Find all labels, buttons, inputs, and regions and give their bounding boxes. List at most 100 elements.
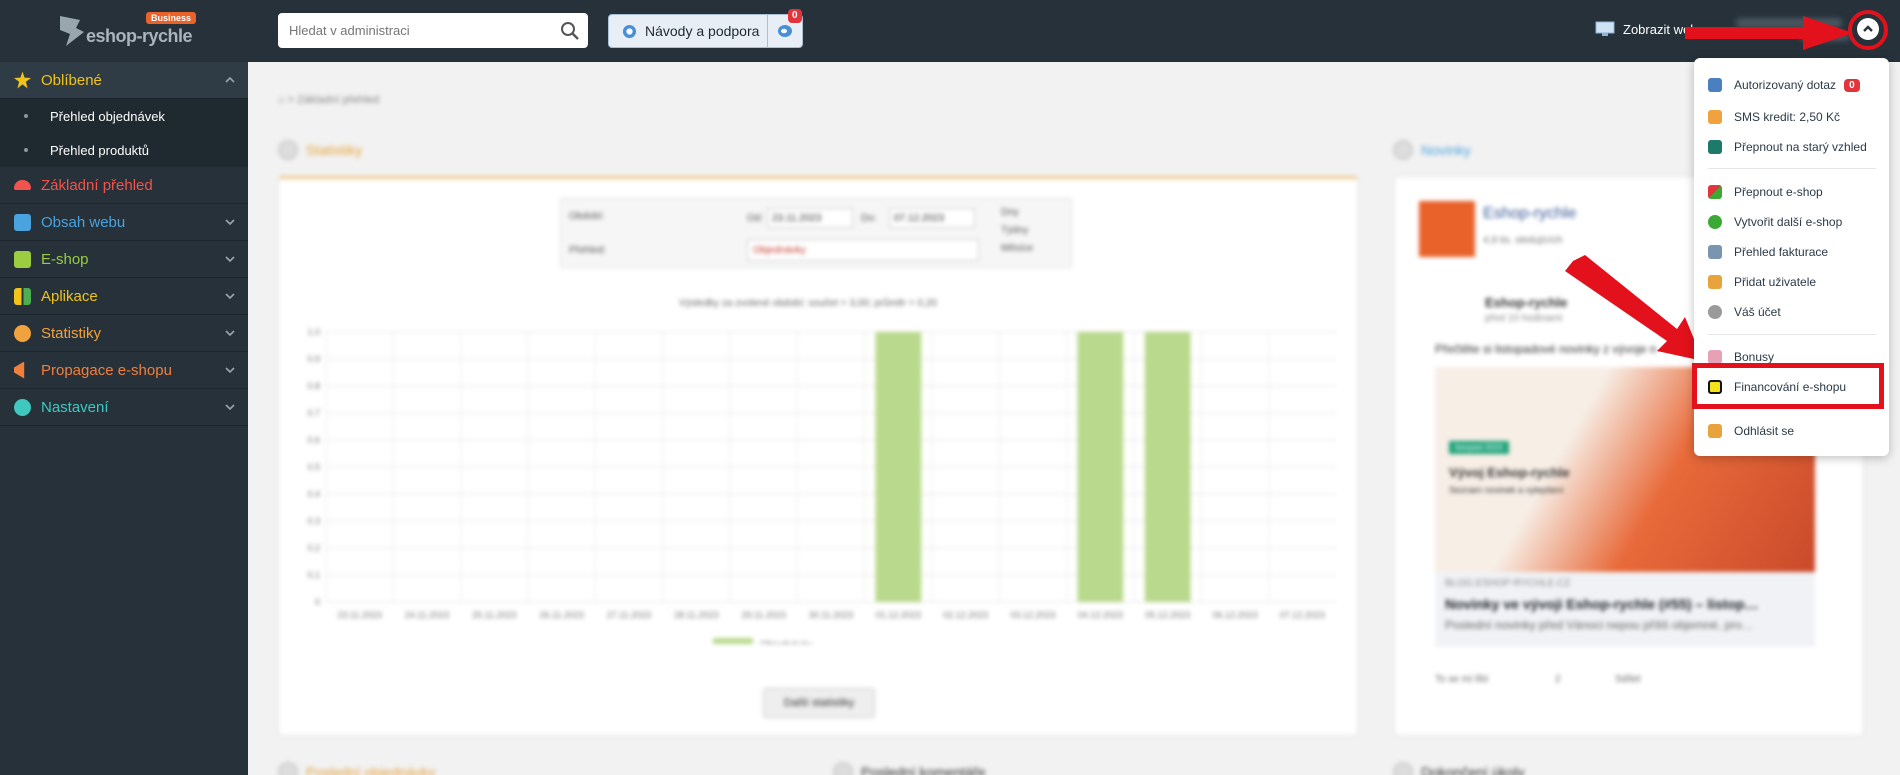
sidebar: Oblíbené Přehled objednávek Přehled prod…: [0, 62, 248, 775]
radio-months[interactable]: Měsíce: [1001, 243, 1033, 254]
bar: [1077, 332, 1124, 602]
bottom-title: Dokončení úkoly: [1421, 764, 1525, 775]
overview-label: Přehled:: [569, 245, 607, 256]
menu-item-label: Přidat uživatele: [1734, 275, 1817, 289]
y-tick-label: 0.3: [307, 516, 320, 526]
fb-page-name[interactable]: Eshop-rychle: [1483, 205, 1576, 223]
bar: [875, 332, 922, 602]
sidebar-item-propagace[interactable]: Propagace e-shopu: [0, 352, 248, 389]
sidebar-item-aplikace[interactable]: Aplikace: [0, 278, 248, 315]
x-tick-label: 05.12.2023: [1145, 610, 1190, 620]
basket-icon: [14, 250, 31, 268]
plus-circle-icon: [1708, 215, 1722, 229]
sidebar-fav-products[interactable]: Přehled produktů: [0, 133, 248, 167]
news-header-icon: [1393, 140, 1413, 160]
megaphone-icon: [14, 361, 25, 379]
search-icon[interactable]: [560, 21, 580, 41]
sidebar-item-statistiky[interactable]: Statistiky: [0, 315, 248, 352]
fb-comment-count[interactable]: 2: [1555, 674, 1561, 685]
sidebar-item-label: Oblíbené: [41, 71, 102, 89]
stats-filter: Období: Přehled: Od: 23.11.2023 Do: 07.1…: [560, 198, 1072, 268]
radio-days[interactable]: Dny: [1001, 207, 1019, 218]
business-badge: Business: [146, 12, 197, 24]
link-domain: BLOG.ESHOP-RYCHLE.CZ: [1445, 578, 1571, 589]
fb-page-avatar[interactable]: [1419, 201, 1475, 257]
period-label: Období:: [569, 211, 605, 222]
radio-weeks[interactable]: Týdny: [1001, 225, 1028, 236]
link-desc: Poslední novinky před Vánoci nepou příli…: [1445, 618, 1754, 632]
x-tick-label: 02.12.2023: [943, 610, 988, 620]
search-input[interactable]: [278, 13, 548, 48]
top-bar: eshop-rychle Business Návody a podpora 0…: [0, 0, 1900, 62]
link-title: Novinky ve vývoji Eshop-rychle (#55) – l…: [1445, 596, 1759, 612]
x-tick-label: 07.12.2023: [1280, 610, 1325, 620]
monitor-icon: [1595, 21, 1615, 36]
menu-divider: [1708, 168, 1876, 169]
search-box: [278, 13, 588, 48]
sidebar-item-nastaveni[interactable]: Nastavení: [0, 389, 248, 426]
fb-followers: 4,9 tis. sledujících: [1483, 235, 1563, 246]
orders-bar-chart: 1.0 0.9 0.8 0.7 0.6 0.5 0.4 0.3 0.2 0.1 0 23.11.202…: [307, 327, 1336, 644]
sidebar-item-zakladni-prehled[interactable]: Základní přehled: [0, 167, 248, 204]
menu-item-logout[interactable]: Odhlásit se: [1694, 417, 1889, 445]
gift-icon: [1708, 350, 1722, 364]
sidebar-item-label: E-shop: [41, 250, 89, 268]
header-icon: [833, 762, 853, 775]
sidebar-fav-orders[interactable]: Přehled objednávek: [0, 99, 248, 133]
date-to-input[interactable]: 07.12.2023: [889, 208, 975, 228]
fb-link-preview[interactable]: BLOG.ESHOP-RYCHLE.CZ Novinky ve vývoji E…: [1435, 572, 1815, 647]
menu-item-old-look[interactable]: Přepnout na starý vzhled: [1694, 133, 1889, 161]
sidebar-item-eshop[interactable]: E-shop: [0, 241, 248, 278]
view-web-link[interactable]: Zobrazit web: [1595, 21, 1697, 37]
stats-header: Statistiky: [278, 140, 362, 160]
more-stats-button[interactable]: Další statistiky: [763, 688, 875, 718]
y-tick-label: 0.7: [307, 408, 320, 418]
card-subtitle: Seznam novinek a vylepšení: [1449, 485, 1564, 495]
menu-item-switch-eshop[interactable]: Přepnout e-shop: [1694, 178, 1889, 206]
logo[interactable]: eshop-rychle Business: [52, 10, 202, 56]
bar: [1144, 332, 1191, 602]
date-from-input[interactable]: 23.11.2023: [767, 208, 853, 228]
chevron-down-icon: [225, 367, 235, 374]
red-circle-annotation: [1848, 10, 1888, 50]
x-tick-label: 27.11.2023: [607, 610, 651, 620]
invoice-icon: [1708, 245, 1722, 259]
bottom-title: Poslední komentáře: [861, 764, 986, 775]
bottom-title: Poslední objednávky: [306, 764, 436, 775]
sidebar-item-label: Obsah webu: [41, 213, 126, 231]
red-diagonal-arrow-annotation: [1565, 255, 1703, 361]
news-header: Novinky: [1393, 140, 1471, 160]
sidebar-sub-label: Přehled produktů: [50, 142, 150, 158]
bottom-header-2: Poslední komentáře: [833, 762, 986, 775]
menu-item-invoices[interactable]: Přehled fakturace: [1694, 238, 1889, 266]
header-icon: [1393, 762, 1413, 775]
lifebuoy-icon: [622, 24, 637, 38]
fb-share-action[interactable]: Sdílet: [1615, 674, 1641, 685]
sidebar-item-label: Propagace e-shopu: [41, 361, 172, 379]
menu-item-add-user[interactable]: Přidat uživatele: [1694, 268, 1889, 296]
bottom-header-1: Poslední objednávky: [278, 762, 435, 775]
sidebar-item-label: Statistiky: [41, 324, 102, 342]
menu-item-authorized-query[interactable]: Autorizovaný dotaz 0: [1694, 71, 1889, 99]
fb-like-action[interactable]: To se mi líbí: [1435, 674, 1488, 685]
menu-item-account[interactable]: Váš účet: [1694, 298, 1889, 326]
breadcrumb: ⌂ > Základní přehled: [278, 94, 380, 106]
menu-item-sms-credit[interactable]: SMS kredit: 2,50 Kč: [1694, 103, 1889, 131]
menu-item-label: Odhlásit se: [1734, 424, 1795, 438]
chevron-up-icon: [225, 76, 235, 83]
x-tick-label: 28.11.2023: [674, 610, 718, 620]
y-tick-label: 0.9: [307, 354, 320, 364]
x-tick-label: 24.11.2023: [405, 610, 449, 620]
fb-post-time: před 10 hodinami: [1485, 313, 1563, 324]
x-tick-label: 30.11.2023: [809, 610, 853, 620]
menu-item-label: Vytvořit další e-shop: [1734, 215, 1843, 229]
menu-item-label: Přepnout e-shop: [1734, 185, 1823, 199]
main-content: ⌂ > Základní přehled Statistiky Novinky …: [248, 62, 1900, 775]
menu-item-create-eshop[interactable]: Vytvořit další e-shop: [1694, 208, 1889, 236]
red-highlight-annotation: [1692, 363, 1884, 409]
home-icon[interactable]: ⌂: [278, 94, 285, 106]
sidebar-item-oblibene[interactable]: Oblíbené: [0, 62, 248, 99]
help-support-button[interactable]: Návody a podpora: [608, 14, 768, 48]
sidebar-item-obsah-webu[interactable]: Obsah webu: [0, 204, 248, 241]
overview-select[interactable]: Objednávky: [747, 239, 979, 261]
